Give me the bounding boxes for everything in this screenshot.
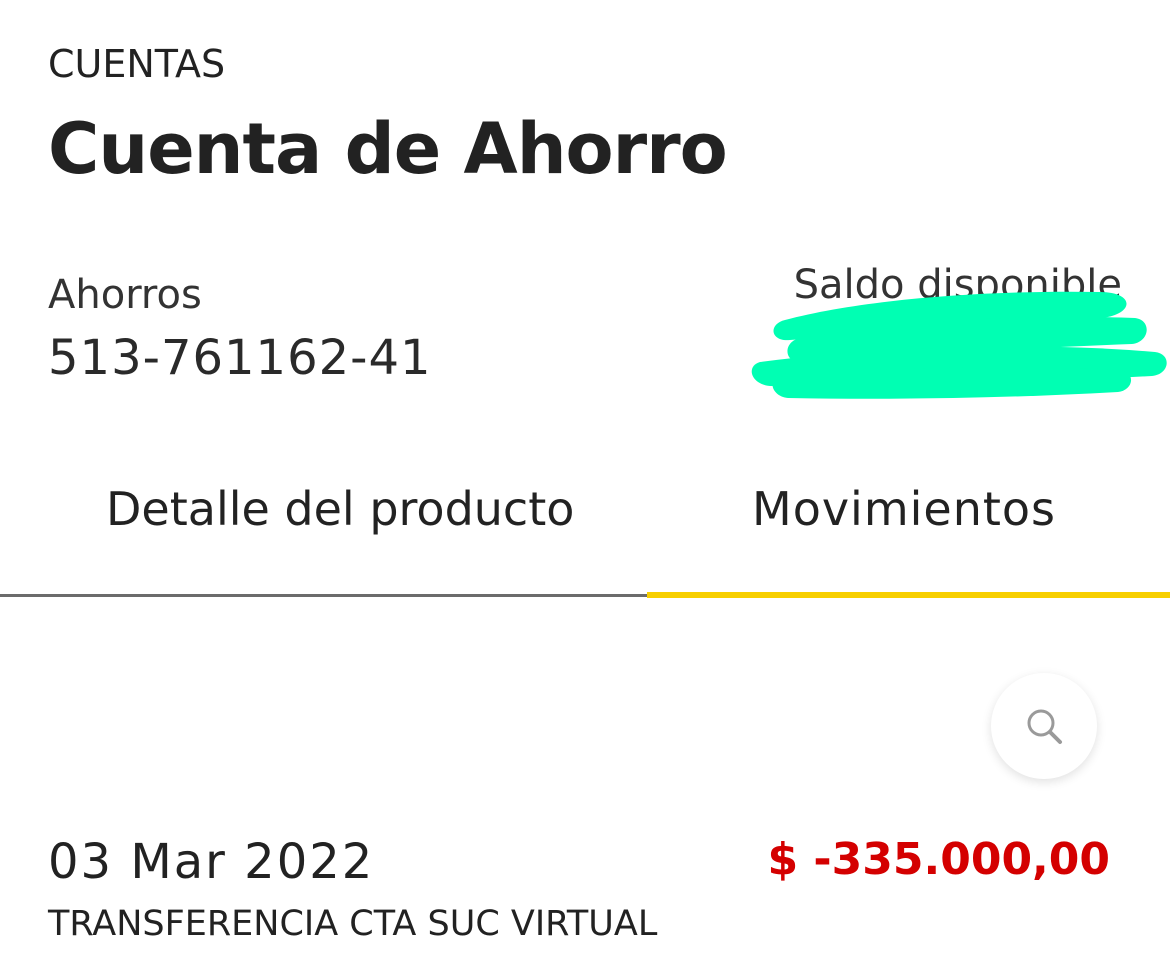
transaction-date: 03 Mar 2022 [48,834,375,890]
tab-divider [0,594,647,597]
active-tab-indicator [647,592,1170,598]
redaction-scribble [751,291,1167,399]
section-label: CUENTAS [48,42,226,86]
search-button[interactable] [991,673,1097,779]
transaction-amount: $ -335.000,00 [767,834,1110,885]
tab-movements[interactable]: Movimientos [752,482,1056,536]
search-icon [1027,709,1062,744]
page-title: Cuenta de Ahorro [48,108,728,190]
tab-product-detail[interactable]: Detalle del producto [106,482,574,536]
transaction-description: TRANSFERENCIA CTA SUC VIRTUAL [48,904,658,944]
account-type: Ahorros [48,272,202,318]
account-number: 513-761162-41 [48,330,432,386]
